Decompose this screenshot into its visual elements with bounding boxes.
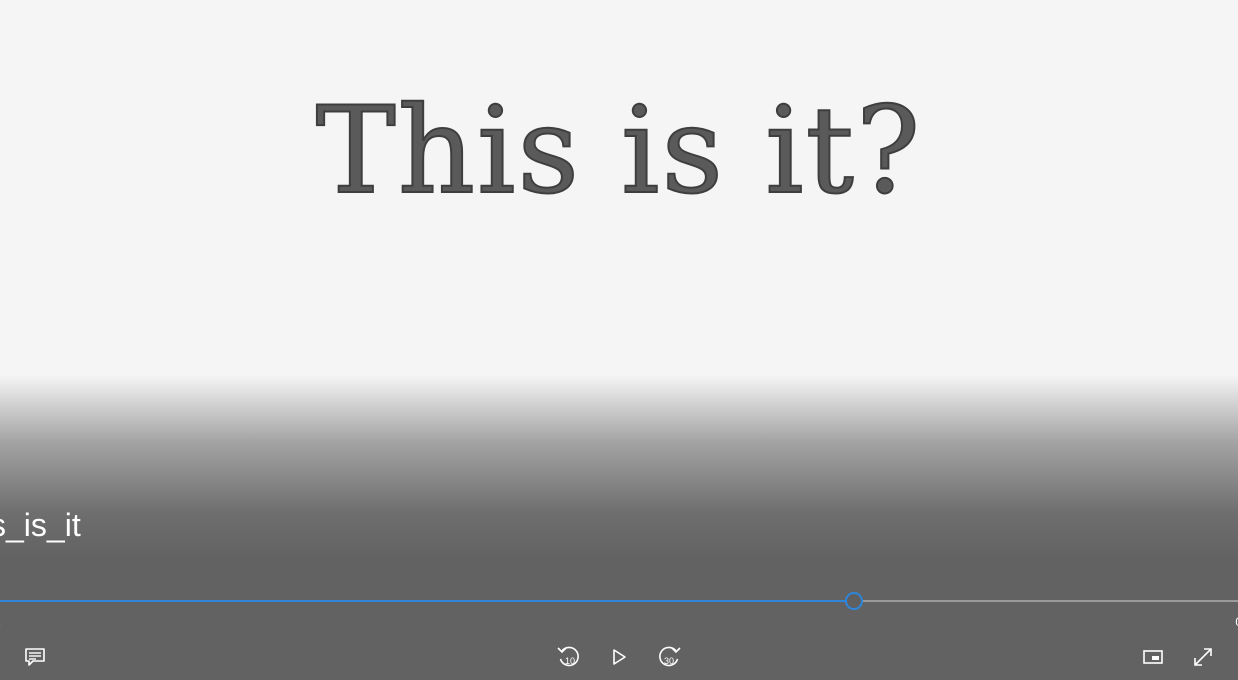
media-title: s_is_it [0,507,81,543]
mini-view-button[interactable] [1133,637,1173,677]
captions-button[interactable] [15,637,55,677]
elapsed-time: 2 [0,615,1,629]
captions-icon [24,647,46,667]
fullscreen-button[interactable] [1183,637,1223,677]
skip-forward-button[interactable]: 30 [649,637,689,677]
skip-forward-seconds: 30 [664,656,674,666]
controls-overlay [0,375,1238,680]
mini-view-icon [1142,648,1164,666]
skip-back-seconds: 10 [565,656,575,666]
play-button[interactable] [599,637,639,677]
seek-bar-thumb[interactable] [844,592,863,610]
skip-forward-30-icon: 30 [656,644,682,670]
play-icon [609,647,629,667]
seek-bar[interactable] [0,592,1238,610]
skip-back-button[interactable]: 10 [549,637,589,677]
video-frame-text: This is it? [315,81,923,222]
seek-bar-progress [0,600,853,602]
skip-back-10-icon: 10 [556,644,582,670]
fullscreen-icon [1192,646,1214,668]
media-player: This is it? s_is_it 2 0 10 [0,0,1238,680]
